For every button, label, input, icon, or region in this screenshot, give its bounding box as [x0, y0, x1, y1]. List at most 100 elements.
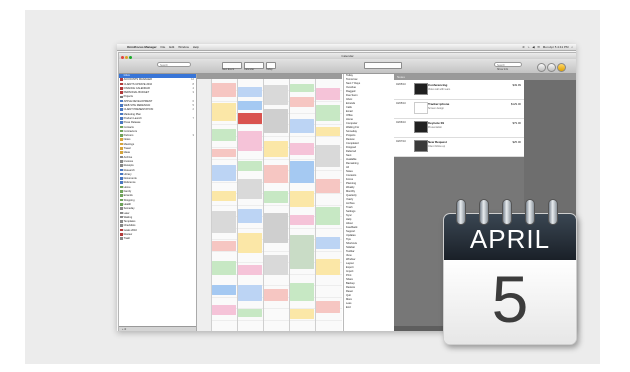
notes-icon[interactable] — [557, 63, 566, 72]
calendar-event[interactable] — [238, 113, 262, 124]
binder-ring-icon — [456, 199, 466, 225]
calendar-event[interactable] — [264, 109, 288, 133]
volume-icon[interactable]: ◀ — [532, 45, 534, 49]
calendar-event[interactable] — [238, 131, 262, 151]
calendar-grid[interactable] — [211, 79, 342, 331]
folder-icon — [120, 104, 123, 107]
note-meta: Client follow-up — [428, 145, 446, 148]
calendar-event[interactable] — [238, 285, 262, 301]
sidebar-item-label: CLIENT PRESENTATION — [123, 108, 154, 112]
folder-icon — [120, 172, 123, 176]
calendar-event[interactable] — [290, 215, 314, 225]
calendar-event[interactable] — [290, 309, 314, 319]
calendar-event[interactable] — [212, 261, 236, 275]
folder-icon — [120, 121, 123, 124]
folder-icon — [120, 155, 123, 159]
calendar-event[interactable] — [238, 161, 262, 171]
calendar-event[interactable] — [316, 301, 340, 313]
calendar-event[interactable] — [212, 83, 236, 97]
folder-icon — [120, 108, 123, 111]
calendar-event[interactable] — [238, 179, 262, 199]
calendar-event[interactable] — [238, 233, 262, 253]
calendar-event[interactable] — [238, 309, 262, 317]
calendar-event[interactable] — [212, 305, 236, 315]
calendar-event[interactable] — [290, 161, 314, 183]
folder-icon — [120, 129, 123, 133]
menu-edit[interactable]: Edit — [169, 45, 174, 49]
calendar-event[interactable] — [290, 143, 314, 155]
calendar-event[interactable] — [212, 149, 236, 157]
calendar-event[interactable] — [238, 265, 262, 275]
share-icon[interactable] — [547, 63, 556, 72]
sidebar-item-label: CLIENTS UPDATE 2010 — [123, 82, 153, 86]
context-list-item[interactable]: End — [344, 306, 394, 310]
spotlight-icon[interactable]: ⌕ — [571, 45, 573, 49]
menu-window[interactable]: Window — [178, 45, 189, 49]
note-meta: Video call with team — [428, 88, 451, 91]
folder-icon — [120, 220, 123, 223]
calendar-event[interactable] — [290, 191, 314, 207]
calendar-event[interactable] — [316, 207, 340, 225]
calendar-event[interactable] — [212, 191, 236, 201]
binder-ring-icon — [479, 199, 489, 225]
sidebar-item-label: Press Release — [123, 121, 141, 125]
binder-ring-icon — [525, 199, 535, 225]
note-title: Keynote 09 — [428, 121, 445, 125]
calendar-event[interactable] — [212, 103, 236, 121]
calendar-event[interactable] — [290, 97, 314, 107]
calendar-event[interactable] — [316, 88, 340, 100]
note-row[interactable]: 04/05/10 Tracker iphone Screen design $1… — [394, 99, 524, 119]
calendar-event[interactable] — [212, 241, 236, 251]
calendar-event[interactable] — [264, 255, 288, 275]
sidebar-search-input[interactable]: Search — [157, 62, 191, 67]
calendar-event[interactable] — [238, 101, 262, 110]
folder-icon — [120, 116, 123, 120]
menu-help[interactable]: Help — [193, 45, 199, 49]
mail-icon[interactable]: ✉ — [537, 45, 540, 49]
main-search-input[interactable]: Search — [494, 62, 522, 67]
calendar-event[interactable] — [238, 209, 262, 223]
calendar-event[interactable] — [316, 105, 340, 121]
calendar-event[interactable] — [264, 213, 288, 243]
sidebar-item-label: Health — [123, 202, 132, 206]
note-row[interactable]: 04/05/10 Conferencing Video call with te… — [394, 80, 524, 100]
calendar-event[interactable] — [290, 235, 314, 269]
calendar-event[interactable] — [264, 289, 288, 301]
calendar-event[interactable] — [212, 165, 236, 181]
calendar-event[interactable] — [316, 179, 340, 193]
note-row[interactable]: 04/06/10 Keynote 09 Presentation $79.00 — [394, 118, 524, 138]
binder-ring-icon — [502, 199, 512, 225]
calendar-event[interactable] — [212, 285, 236, 295]
calendar-event[interactable] — [264, 191, 288, 203]
calendar-event[interactable] — [264, 85, 288, 105]
calendar-event[interactable] — [212, 129, 236, 141]
filter-segmented-control[interactable] — [364, 62, 402, 69]
calendar-event[interactable] — [238, 87, 262, 97]
calendar-icon-day: 5 — [491, 262, 529, 336]
calendar-event[interactable] — [290, 283, 314, 301]
calendar-event[interactable] — [264, 141, 288, 157]
menu-file[interactable]: File — [161, 45, 166, 49]
calendar-event[interactable] — [212, 211, 236, 233]
action-gear-icon[interactable] — [537, 63, 546, 72]
toolbar: Search New Event Calendar Today Search S… — [119, 59, 576, 74]
sidebar-item[interactable]: Trash — [119, 237, 196, 241]
menu-app-name[interactable]: OmniFocus Manager — [127, 45, 157, 49]
calendar-event[interactable] — [264, 165, 288, 183]
calendar-event[interactable] — [316, 145, 340, 167]
calendar-event[interactable] — [316, 127, 340, 136]
wifi-icon[interactable]: ≋ — [522, 45, 525, 49]
battery-icon[interactable]: ⌁ — [528, 45, 530, 49]
folder-icon — [120, 86, 123, 90]
note-row[interactable]: 04/07/10 New Request Client follow-up $2… — [394, 137, 524, 157]
clock-text[interactable]: Mon Apr 5 4:41 PM — [543, 45, 569, 49]
calendar-event[interactable] — [316, 259, 340, 275]
sidebar-item-label: Review — [123, 232, 133, 236]
folder-icon — [120, 125, 123, 129]
note-amount: $79.00 — [512, 121, 521, 125]
sidebar-item-label: Goals 2010 — [123, 228, 137, 232]
calendar-event[interactable] — [290, 119, 314, 133]
calendar-event[interactable] — [290, 84, 314, 92]
sidebar-footer[interactable]: + ⚙ — [119, 326, 196, 331]
calendar-event[interactable] — [316, 237, 340, 249]
